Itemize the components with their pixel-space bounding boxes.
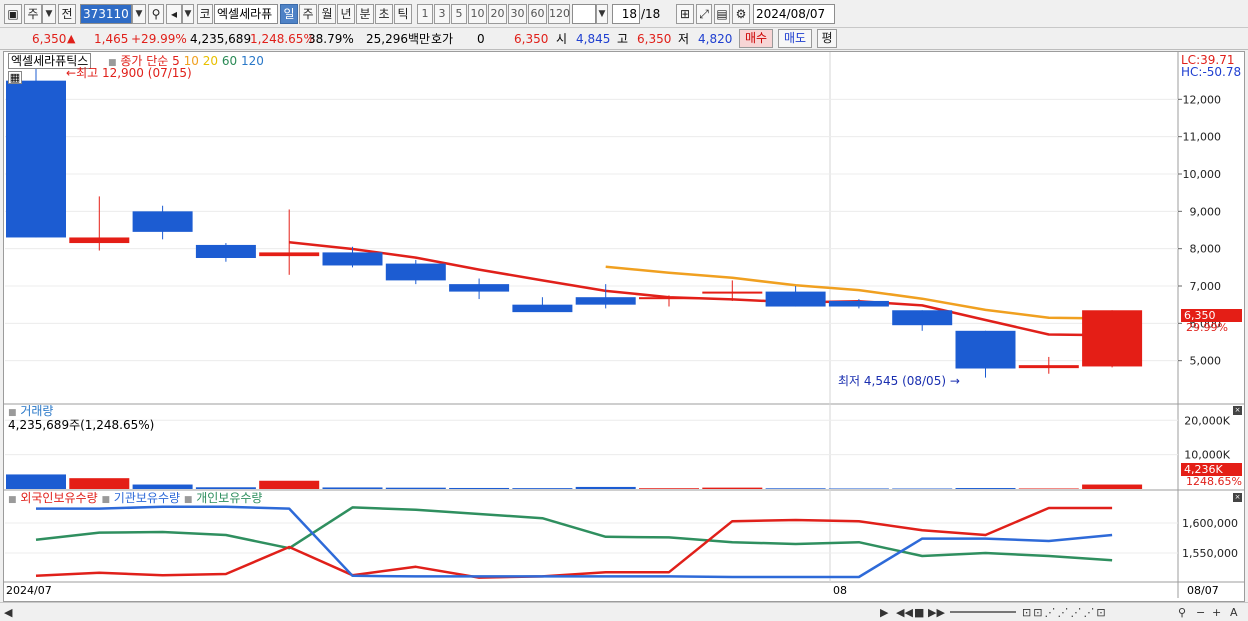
high-annotation: ←최고 12,900 (07/15) — [66, 66, 192, 80]
volume-bar — [702, 487, 763, 489]
price-tick-label: 5,000 — [1190, 355, 1222, 368]
legend-bullet-icon: ■ — [183, 495, 193, 505]
candle-body — [702, 291, 763, 294]
holdings-close-icon[interactable]: × — [1233, 493, 1242, 502]
volume-bar — [765, 488, 826, 489]
candle-body — [385, 263, 446, 281]
candle-body — [575, 297, 636, 305]
xaxis-end-label: 08/07 — [1187, 584, 1219, 597]
volume-bar — [322, 487, 383, 489]
font-size-icon[interactable]: A — [1230, 605, 1238, 620]
volume-bar — [132, 484, 193, 489]
zoom-icon[interactable]: ⚲ — [1178, 605, 1186, 620]
volume-bar — [69, 478, 130, 489]
rewind-icon[interactable]: ◀◀ — [896, 605, 913, 620]
candle-body — [195, 244, 256, 258]
foreign-holdings-line — [35, 506, 1113, 579]
candle-body — [322, 252, 383, 266]
candle-body — [132, 211, 193, 232]
foreign-legend: 외국인보유수량 — [20, 491, 98, 505]
ma5-line — [289, 241, 1113, 337]
low-annotation: 최저 4,545 (08/05) → — [838, 374, 960, 388]
institution-legend: 기관보유수량 — [113, 491, 181, 505]
holdings-legend: ■ 외국인보유수량 ■ 기관보유수량 ■ 개인보유수량 — [8, 491, 262, 507]
candle-body — [892, 310, 953, 326]
legend-bullet-icon: ■ — [8, 408, 17, 418]
drawing-tools-icon[interactable]: ⊡⊡⋰⋰⋰⋰⊡ — [1022, 605, 1108, 620]
volume-bar — [259, 480, 320, 489]
high-annotation-text: 최고 12,900 (07/15) — [76, 66, 192, 80]
holdings-tick-label: 1,550,000 — [1182, 547, 1238, 560]
xaxis-start-label: 2024/07 — [6, 584, 52, 597]
volume-bar — [1018, 488, 1079, 489]
fast-forward-icon[interactable]: ▶▶ — [928, 605, 945, 620]
zoom-slider[interactable] — [950, 611, 1016, 613]
candle-body — [69, 237, 130, 244]
candle-body — [828, 300, 889, 307]
volume-bar — [449, 487, 510, 489]
volume-bar — [955, 488, 1016, 489]
price-tick-label: 12,000 — [1183, 93, 1222, 106]
chart-canvas: 5,0006,0007,0008,0009,00010,00011,00012,… — [4, 52, 1244, 598]
candle-body — [259, 252, 320, 257]
volume-bar — [575, 486, 636, 489]
volume-bar — [828, 488, 889, 489]
candle-body — [955, 330, 1016, 369]
candle-body — [765, 291, 826, 307]
ma20-legend: 20 — [202, 54, 219, 68]
price-tick-label: 11,000 — [1183, 131, 1222, 144]
volume-close-icon[interactable]: × — [1233, 406, 1242, 415]
price-tick-label: 9,000 — [1190, 205, 1222, 218]
volume-header-value: 4,235,689주(1,248.65%) — [8, 418, 155, 432]
volume-tick-label: 20,000K — [1184, 414, 1230, 427]
candle-body — [1018, 365, 1079, 369]
candle-body — [449, 284, 510, 292]
volume-bar — [1082, 484, 1143, 489]
ma60-legend: 60 — [221, 54, 238, 68]
last-pct-tag: 29.99% — [1186, 321, 1228, 334]
scroll-bar: ◀ ▶ ◀◀ ■ ▶▶ ⊡⊡⋰⋰⋰⋰⊡ ⚲ − + A — [0, 602, 1248, 621]
zoom-in-icon[interactable]: + — [1212, 605, 1221, 620]
hc-label: HC:-50.78 — [1181, 65, 1242, 79]
volume-last-pct: 1248.65% — [1186, 475, 1242, 488]
stop-icon[interactable]: ■ — [914, 605, 924, 620]
low-annotation-text: 최저 4,545 (08/05) — [838, 374, 947, 388]
volume-bar — [6, 474, 66, 489]
candle-body — [512, 304, 573, 313]
play-icon[interactable]: ▶ — [880, 605, 888, 620]
zoom-out-icon[interactable]: − — [1196, 605, 1205, 620]
individual-holdings-line — [35, 506, 1113, 562]
volume-bar — [385, 487, 446, 489]
volume-tick-label: 10,000K — [1184, 449, 1230, 462]
price-tick-label: 8,000 — [1190, 243, 1222, 256]
volume-title: 거래량 — [20, 404, 54, 418]
ma120-legend: 120 — [240, 54, 264, 68]
price-tick-label: 7,000 — [1190, 280, 1222, 293]
individual-legend: 개인보유수량 — [196, 491, 263, 505]
candle-body — [639, 297, 699, 300]
candle-body — [6, 80, 66, 238]
holdings-tick-label: 1,600,000 — [1182, 517, 1238, 530]
price-tick-label: 10,000 — [1183, 168, 1222, 181]
institution-holdings-line — [36, 505, 1113, 579]
candle-body — [1082, 310, 1143, 367]
chart-window: ▣ 주 ▼ 전 373110 ▼ ⚲ ◂ ▼ 코 엑셀세라퓨 일주월년분초틱 1… — [0, 0, 1248, 621]
legend-bullet-icon: ■ — [101, 495, 110, 505]
volume-bar — [639, 488, 699, 489]
xaxis-month-label: 08 — [833, 584, 847, 597]
ma10-line — [605, 265, 1113, 320]
volume-bar — [195, 487, 256, 489]
scroll-left-icon[interactable]: ◀ — [4, 605, 12, 620]
legend-bullet-icon: ■ — [8, 495, 17, 505]
calculator-icon[interactable]: ▦ — [8, 71, 22, 84]
volume-bar — [512, 488, 573, 489]
